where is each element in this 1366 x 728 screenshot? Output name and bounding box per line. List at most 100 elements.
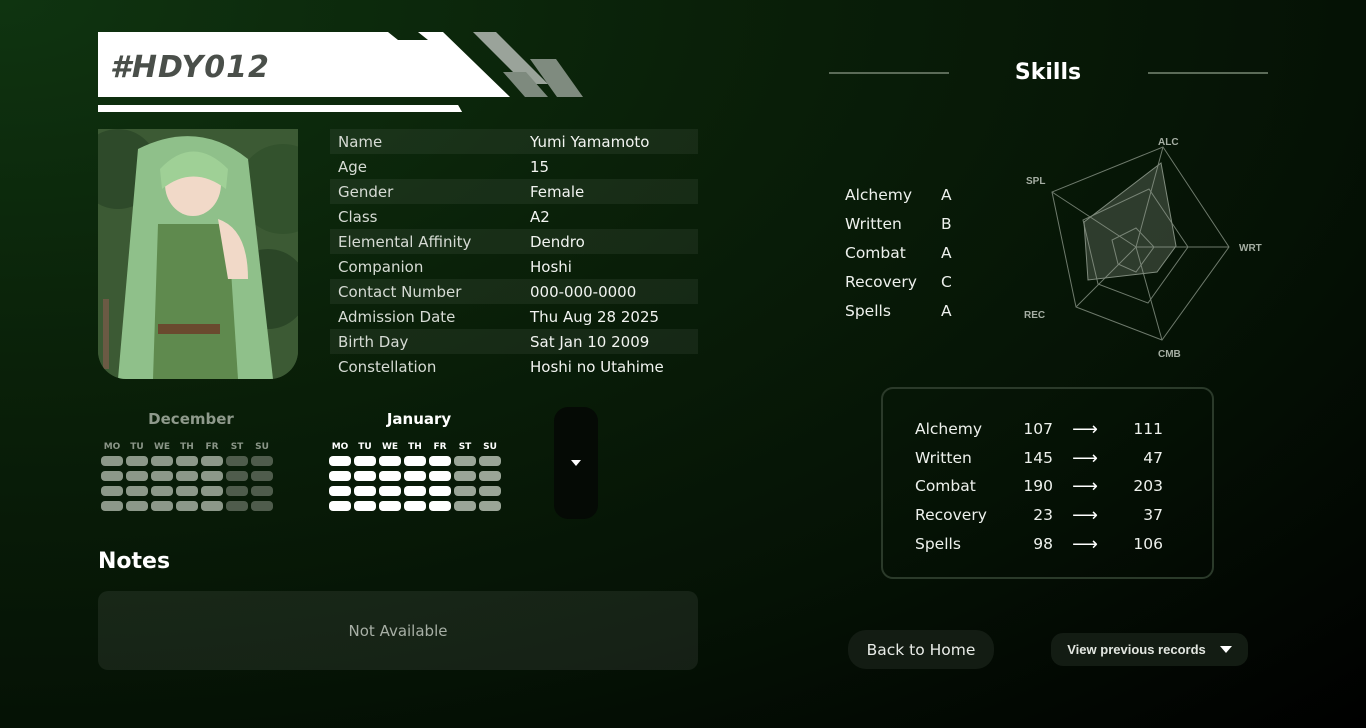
- info-label: Admission Date: [338, 307, 456, 326]
- calendar-day[interactable]: [201, 501, 223, 511]
- calendar-day[interactable]: [101, 456, 123, 466]
- stat-skill-name: Written: [915, 449, 972, 467]
- calendar-day[interactable]: [354, 486, 376, 496]
- info-row-elemental-affinity: Elemental Affinity Dendro: [330, 229, 698, 254]
- calendar-day[interactable]: [429, 456, 451, 466]
- calendar-day[interactable]: [251, 486, 273, 496]
- calendar-day[interactable]: [479, 456, 501, 466]
- calendar-day[interactable]: [329, 501, 351, 511]
- calendar-day[interactable]: [126, 471, 148, 481]
- calendar-day[interactable]: [226, 486, 248, 496]
- calendar-day[interactable]: [479, 501, 501, 511]
- info-value: Hoshi no Utahime: [530, 357, 664, 376]
- calendar-day[interactable]: [201, 456, 223, 466]
- calendar-day[interactable]: [226, 456, 248, 466]
- grade-skill-name: Written: [845, 214, 902, 233]
- stat-current-value: 47: [1143, 449, 1163, 467]
- back-to-home-button[interactable]: Back to Home: [848, 630, 994, 669]
- weekday-label: WE: [381, 442, 399, 452]
- calendar-day[interactable]: [201, 486, 223, 496]
- calendar-day[interactable]: [101, 501, 123, 511]
- stat-skill-name: Recovery: [915, 506, 987, 524]
- info-label: Constellation: [338, 357, 437, 376]
- calendar-day[interactable]: [101, 471, 123, 481]
- calendar-day[interactable]: [126, 456, 148, 466]
- calendar-day[interactable]: [251, 456, 273, 466]
- info-label: Name: [338, 132, 383, 151]
- weekday-label: TH: [408, 442, 422, 452]
- calendar-day[interactable]: [251, 501, 273, 511]
- grade-skill-name: Spells: [845, 301, 891, 320]
- calendar-day[interactable]: [404, 501, 426, 511]
- calendar-day[interactable]: [201, 471, 223, 481]
- student-portrait: [98, 129, 298, 379]
- calendar-day[interactable]: [151, 456, 173, 466]
- weekday-label: MO: [103, 442, 121, 452]
- weekday-label: WE: [153, 442, 171, 452]
- info-value: A2: [530, 207, 550, 226]
- arrow-right-icon: ⟶: [1072, 447, 1098, 469]
- calendar-day[interactable]: [479, 486, 501, 496]
- grade-row: Written B: [845, 209, 952, 238]
- calendar-day[interactable]: [454, 501, 476, 511]
- calendar-day[interactable]: [176, 486, 198, 496]
- arrow-right-icon: ⟶: [1072, 533, 1098, 555]
- caret-down-icon: [571, 460, 581, 466]
- student-info-table: Name Yumi Yamamoto Age 15 Gender Female …: [330, 129, 698, 379]
- calendar-day[interactable]: [379, 486, 401, 496]
- calendar-day[interactable]: [404, 456, 426, 466]
- info-value: Yumi Yamamoto: [530, 132, 650, 151]
- calendar-day[interactable]: [151, 486, 173, 496]
- calendar-day[interactable]: [354, 471, 376, 481]
- calendar-day[interactable]: [329, 471, 351, 481]
- stat-previous-value: 98: [1033, 535, 1053, 553]
- stat-current-value: 37: [1143, 506, 1163, 524]
- info-value: Thu Aug 28 2025: [530, 307, 660, 326]
- calendar-day[interactable]: [329, 456, 351, 466]
- weekday-label: FR: [205, 442, 219, 452]
- calendar-day[interactable]: [329, 486, 351, 496]
- calendar-day[interactable]: [226, 471, 248, 481]
- calendar-day[interactable]: [176, 501, 198, 511]
- calendar-day[interactable]: [176, 471, 198, 481]
- radar-axis-label: CMB: [1158, 349, 1181, 360]
- calendar-day[interactable]: [101, 486, 123, 496]
- info-label: Age: [338, 157, 368, 176]
- calendar-day[interactable]: [176, 456, 198, 466]
- calendar-day[interactable]: [354, 501, 376, 511]
- calendar-day[interactable]: [429, 486, 451, 496]
- calendar-day[interactable]: [454, 486, 476, 496]
- calendar-day[interactable]: [404, 471, 426, 481]
- caret-down-icon: [1219, 646, 1232, 653]
- calendar-day[interactable]: [354, 456, 376, 466]
- calendar-day[interactable]: [226, 501, 248, 511]
- info-row-admission-date: Admission Date Thu Aug 28 2025: [330, 304, 698, 329]
- weekday-label: TU: [130, 442, 144, 452]
- calendar-day[interactable]: [429, 471, 451, 481]
- calendar-day[interactable]: [479, 471, 501, 481]
- calendar-day[interactable]: [379, 501, 401, 511]
- calendar-day[interactable]: [429, 501, 451, 511]
- calendar-day[interactable]: [126, 501, 148, 511]
- calendar-day[interactable]: [251, 471, 273, 481]
- grade-row: Alchemy A: [845, 180, 952, 209]
- view-previous-records-button[interactable]: View previous records: [1051, 633, 1248, 666]
- calendar-day[interactable]: [379, 456, 401, 466]
- calendar-day[interactable]: [151, 501, 173, 511]
- calendar-day[interactable]: [126, 486, 148, 496]
- calendar-day[interactable]: [404, 486, 426, 496]
- info-row-constellation: Constellation Hoshi no Utahime: [330, 354, 698, 379]
- calendar-day[interactable]: [454, 456, 476, 466]
- stat-current-value: 106: [1133, 535, 1163, 553]
- calendar-day[interactable]: [454, 471, 476, 481]
- arrow-right-icon: ⟶: [1072, 418, 1098, 440]
- stat-row: Alchemy 107 ⟶ 111: [915, 415, 1175, 443]
- student-id: #HDY012: [110, 50, 270, 85]
- info-value: Dendro: [530, 232, 585, 251]
- info-value: 000-000-0000: [530, 282, 637, 301]
- calendar-expand-button[interactable]: [554, 407, 598, 519]
- calendar-day[interactable]: [379, 471, 401, 481]
- calendar-day[interactable]: [151, 471, 173, 481]
- weekday-label: MO: [331, 442, 349, 452]
- grade-row: Combat A: [845, 238, 952, 267]
